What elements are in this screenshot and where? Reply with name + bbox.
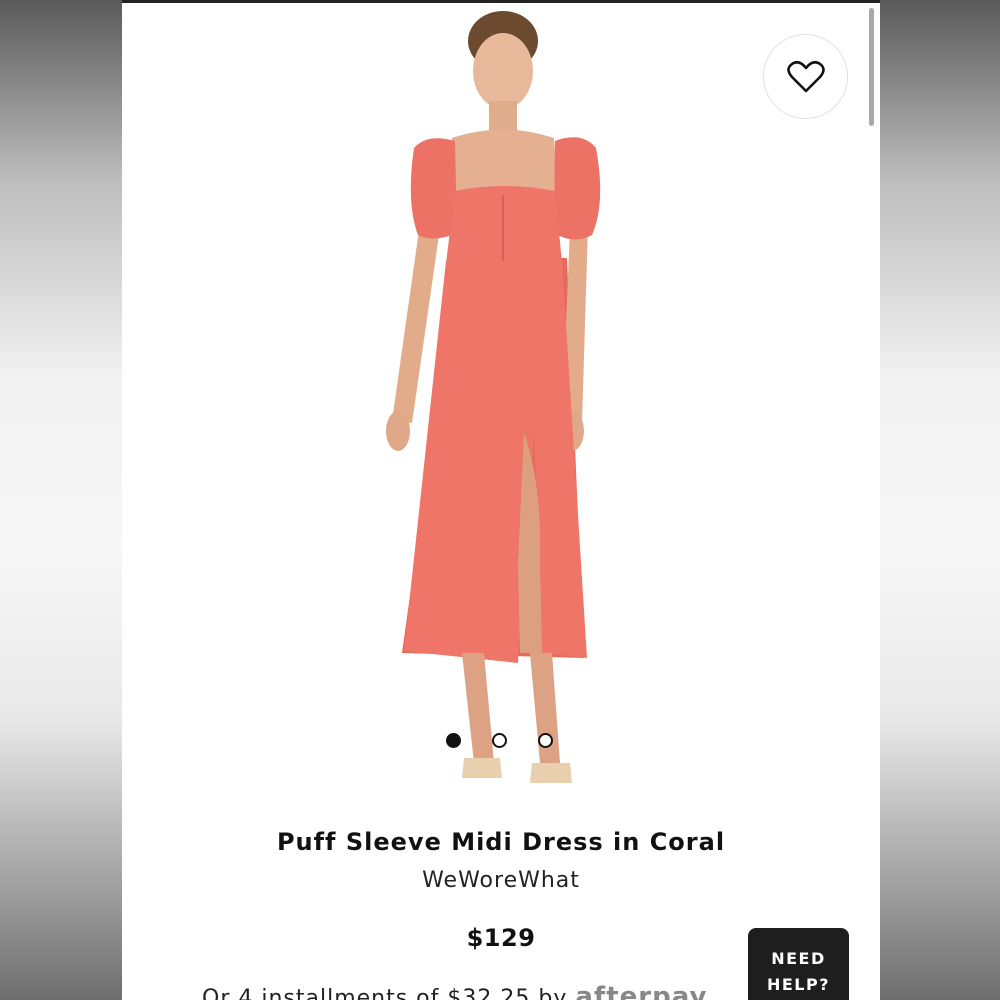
afterpay-logo[interactable]: afterpay xyxy=(575,982,707,1000)
product-image[interactable] xyxy=(122,3,880,823)
gallery-dot-2[interactable] xyxy=(492,733,507,748)
need-help-button[interactable]: NEED HELP? xyxy=(748,928,849,1000)
blurred-backdrop-right xyxy=(880,0,1000,1000)
product-title: Puff Sleeve Midi Dress in Coral xyxy=(276,828,726,856)
blurred-backdrop-left xyxy=(0,0,122,1000)
heart-outline-icon xyxy=(786,60,825,92)
gallery-pagination xyxy=(446,733,553,749)
gallery-dot-3[interactable] xyxy=(538,733,553,748)
installments-info: Or 4 installments of $32.25 by afterpay xyxy=(202,982,707,1000)
help-line-1: NEED xyxy=(771,949,826,968)
favorite-button[interactable] xyxy=(763,34,848,119)
product-page: Puff Sleeve Midi Dress in Coral WeWoreWh… xyxy=(122,0,880,1000)
brand-link[interactable]: WeWoreWhat xyxy=(122,868,880,893)
help-line-2: HELP? xyxy=(766,975,831,994)
gallery-dot-1[interactable] xyxy=(446,733,461,748)
installments-text: Or 4 installments of $32.25 by xyxy=(202,986,568,1000)
